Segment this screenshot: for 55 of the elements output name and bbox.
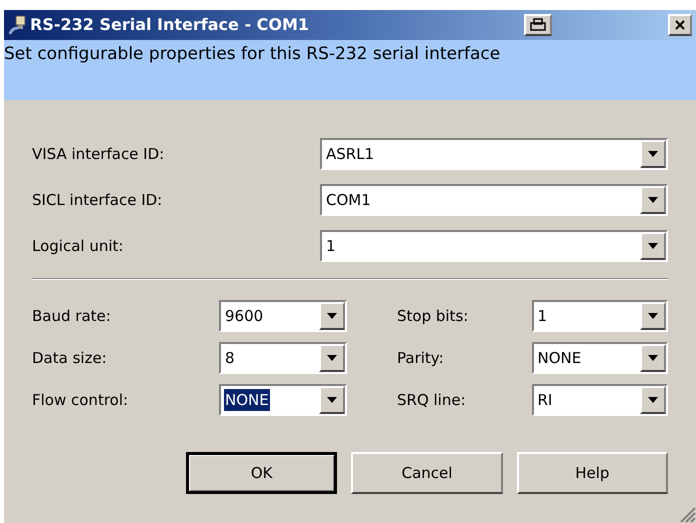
caret-icon — [648, 243, 658, 249]
caret-icon — [648, 197, 658, 203]
field-label: Flow control: — [32, 390, 130, 411]
field-value: NONE — [224, 388, 270, 412]
caret-icon — [648, 355, 658, 361]
field-value: COM1 — [325, 190, 372, 211]
caret-icon — [648, 397, 658, 403]
dropdown-field[interactable]: 9600 — [219, 300, 347, 332]
dropdown-field[interactable]: 1 — [532, 300, 668, 332]
field-value: ASRL1 — [325, 144, 376, 165]
window-title: RS-232 Serial Interface - COM1 — [30, 14, 310, 36]
field-label: Logical unit: — [32, 236, 124, 257]
field-label: VISA interface ID: — [32, 144, 166, 165]
dropdown-field[interactable]: RI — [532, 384, 668, 416]
field-value: 1 — [325, 236, 337, 257]
dropdown-field[interactable]: NONE — [532, 342, 668, 374]
dropdown-button[interactable] — [640, 232, 666, 260]
field-value: 8 — [224, 348, 236, 369]
field-value: 1 — [536, 306, 548, 327]
field-label: Baud rate: — [32, 306, 112, 327]
dialog-button[interactable]: Cancel — [351, 452, 503, 494]
dropdown-button[interactable] — [640, 386, 666, 414]
dropdown-field[interactable]: NONE — [219, 384, 347, 416]
dropdown-field[interactable]: COM1 — [320, 184, 668, 216]
field-label: Stop bits: — [397, 306, 470, 327]
caret-icon — [327, 313, 337, 319]
caret-icon — [648, 313, 658, 319]
field-label: Data size: — [32, 348, 108, 369]
field-label: SICL interface ID: — [32, 190, 164, 211]
dropdown-button[interactable] — [319, 302, 345, 330]
dropdown-button[interactable] — [319, 386, 345, 414]
caret-icon — [648, 151, 658, 157]
caret-icon — [327, 397, 337, 403]
field-value: 9600 — [224, 306, 264, 327]
dropdown-field[interactable]: ASRL1 — [320, 138, 668, 170]
field-label: Parity: — [397, 348, 445, 369]
caret-icon — [327, 355, 337, 361]
field-label: SRQ line: — [397, 390, 467, 411]
dialog-button[interactable]: OK — [186, 452, 338, 494]
dropdown-button[interactable] — [640, 344, 666, 372]
close-icon — [675, 20, 685, 30]
field-value: RI — [536, 390, 554, 411]
close-button[interactable] — [668, 14, 692, 36]
dropdown-field[interactable]: 8 — [219, 342, 347, 374]
dropdown-button[interactable] — [640, 186, 666, 214]
banner-text: Set configurable properties for this RS-232 serial interface — [4, 44, 500, 64]
dropdown-button[interactable] — [640, 302, 666, 330]
dropdown-button[interactable] — [319, 344, 345, 372]
field-value: NONE — [536, 348, 582, 369]
dropdown-button[interactable] — [640, 140, 666, 168]
dropdown-field[interactable]: 1 — [320, 230, 668, 262]
print-button[interactable] — [524, 14, 552, 36]
serial-plug-icon — [8, 14, 28, 36]
dialog-button[interactable]: Help — [516, 452, 668, 494]
printer-icon — [530, 18, 546, 32]
